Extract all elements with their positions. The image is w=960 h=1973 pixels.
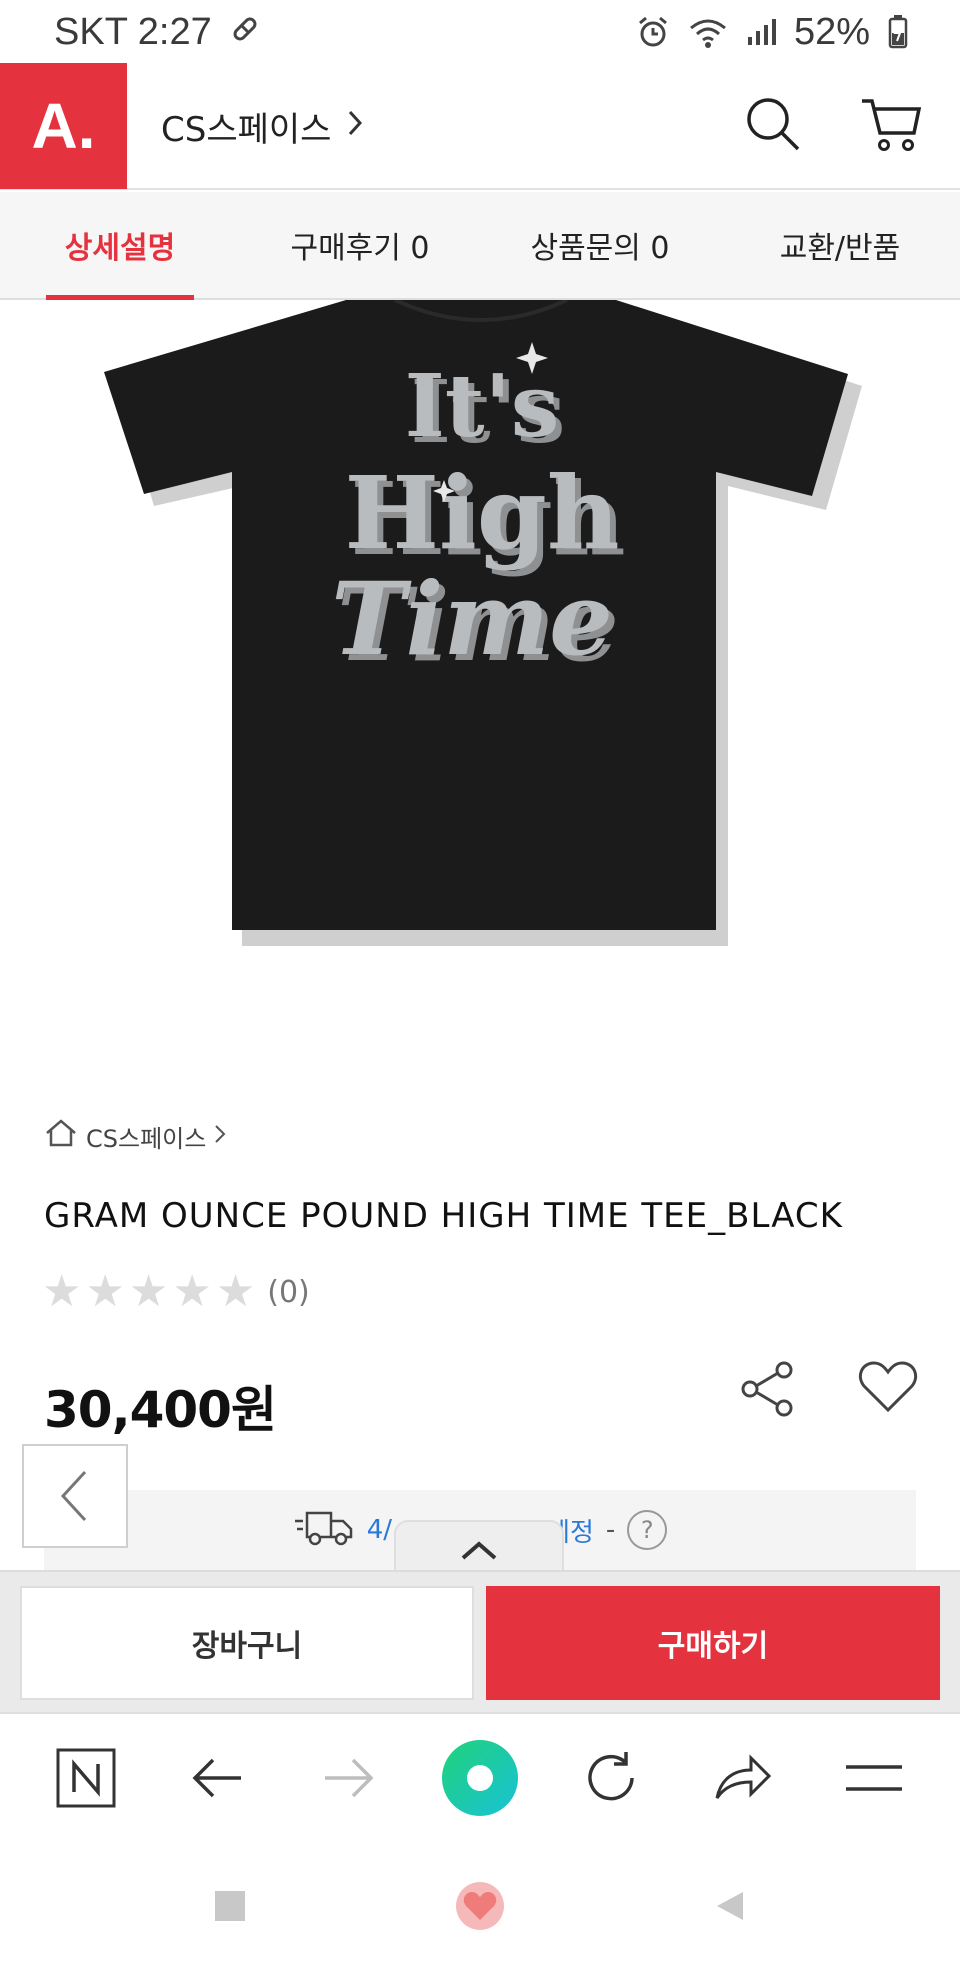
detail-tabs: 상세설명 구매후기 0 상품문의 0 교환/반품 — [0, 192, 960, 300]
cart-icon[interactable] — [860, 95, 922, 157]
tab-detail[interactable]: 상세설명 — [0, 192, 240, 300]
print-line-1: It's — [405, 356, 560, 457]
search-icon[interactable] — [744, 95, 802, 157]
back-triangle-icon[interactable] — [715, 1890, 745, 1926]
wishlist-button[interactable] — [858, 1360, 918, 1418]
share-button[interactable] — [738, 1360, 798, 1422]
home-icon — [44, 1118, 78, 1154]
heart-icon — [858, 1361, 918, 1413]
app-logo[interactable]: A. — [0, 63, 127, 189]
chevron-right-icon — [347, 106, 363, 146]
floating-back-button[interactable] — [22, 1444, 128, 1548]
star-icon: ★ — [215, 1266, 256, 1317]
breadcrumb-store: CS스페이스 — [86, 1124, 207, 1153]
home-circle-icon[interactable] — [435, 1733, 525, 1823]
breadcrumb[interactable]: CS스페이스 — [44, 1118, 226, 1154]
tab-inquiry[interactable]: 상품문의 0 — [480, 192, 720, 298]
product-title: GRAM OUNCE POUND HIGH TIME TEE_BLACK — [44, 1196, 843, 1236]
system-navigation — [0, 1842, 960, 1973]
star-icon: ★ — [85, 1266, 125, 1317]
rating[interactable]: ★ ★ ★ ★ ★ (0) — [42, 1270, 310, 1314]
help-icon[interactable]: ? — [627, 1510, 668, 1550]
add-to-cart-button[interactable]: 장바구니 — [20, 1586, 474, 1700]
pill-icon — [230, 11, 260, 54]
carrier-time: SKT 2:27 — [54, 10, 212, 53]
chevron-up-icon — [461, 1541, 497, 1560]
back-arrow-icon[interactable] — [172, 1733, 262, 1823]
status-bar: SKT 2:27 52% — [0, 0, 960, 64]
battery-percent: 52% — [793, 10, 870, 53]
naver-n-icon[interactable] — [41, 1733, 131, 1823]
alarm-icon — [636, 15, 670, 49]
signal-icon — [746, 17, 776, 47]
tab-reviews[interactable]: 구매후기 0 — [240, 192, 480, 298]
truck-icon — [293, 1507, 355, 1554]
tshirt-illustration: It's It's High High Time Time — [104, 298, 862, 946]
print-line-3: Time — [331, 560, 613, 678]
battery-icon — [888, 15, 908, 49]
status-right: 52% — [636, 11, 908, 54]
star-icon: ★ — [128, 1266, 169, 1317]
store-link[interactable]: CS스페이스 — [161, 102, 363, 151]
home-heart-icon[interactable] — [454, 1880, 506, 1936]
app-header: A. CS스페이스 — [0, 63, 960, 190]
refresh-icon[interactable] — [566, 1733, 656, 1823]
browser-toolbar — [0, 1712, 960, 1842]
purchase-action-bar: 장바구니 구매하기 — [0, 1570, 960, 1712]
product-image: It's It's High High Time Time — [0, 298, 960, 1000]
store-name: CS스페이스 — [161, 109, 332, 150]
product-price: 30,400원 — [44, 1381, 277, 1439]
status-left: SKT 2:27 — [54, 11, 260, 54]
delivery-date: 4/ — [366, 1515, 393, 1545]
share-icon — [741, 1361, 793, 1417]
print-line-2: High — [344, 454, 619, 572]
recent-apps-icon[interactable] — [214, 1890, 245, 1925]
share-arrow-icon[interactable] — [698, 1733, 788, 1823]
tab-exchange-return[interactable]: 교환/반품 — [720, 192, 960, 298]
chevron-left-icon — [60, 1470, 87, 1522]
wifi-icon — [688, 16, 728, 48]
menu-icon[interactable] — [829, 1733, 919, 1823]
buy-now-button[interactable]: 구매하기 — [486, 1586, 940, 1700]
forward-arrow-icon[interactable] — [304, 1733, 394, 1823]
review-count: (0) — [267, 1274, 310, 1310]
star-icon: ★ — [172, 1266, 212, 1317]
header-icons — [744, 95, 960, 157]
star-icon: ★ — [42, 1266, 82, 1317]
chevron-right-icon — [214, 1122, 226, 1150]
delivery-dash: - — [605, 1515, 616, 1545]
